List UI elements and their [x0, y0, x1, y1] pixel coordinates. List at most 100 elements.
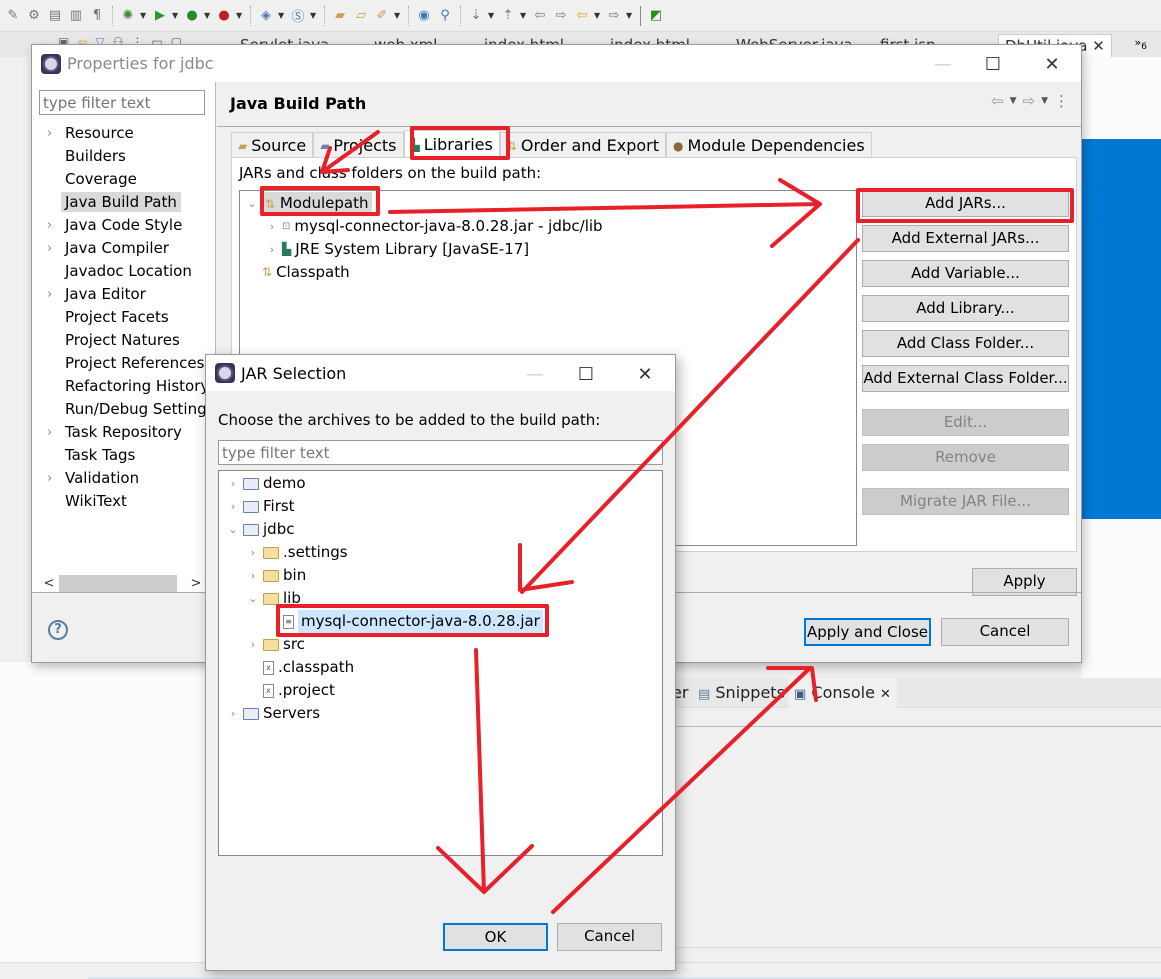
tree-item[interactable]: x .project [247, 679, 335, 702]
add-class-folder-button[interactable]: Add Class Folder... [862, 330, 1069, 357]
forward-edit-icon[interactable]: ⇨ [552, 7, 570, 25]
nav-item[interactable]: › Resource [32, 122, 216, 145]
maximize-button[interactable]: ☐ [575, 363, 597, 385]
copy-icon[interactable]: ▤ [46, 7, 64, 25]
tree-item[interactable]: ⌄ lib [247, 587, 300, 610]
tree-item-jre[interactable]: › ▙ JRE System Library [JavaSE-17] [266, 238, 529, 261]
nav-item[interactable]: › Java Code Style [32, 214, 216, 237]
globe-icon[interactable]: ◉ [415, 7, 433, 25]
run-icon[interactable]: ▶ [151, 7, 169, 25]
chevron-right-icon[interactable]: › [47, 122, 52, 145]
tab-console[interactable]: ▣ Console ✕ [788, 678, 897, 708]
nav-item[interactable]: Javadoc Location [32, 260, 216, 283]
nav-item[interactable]: › Task Repository [32, 421, 216, 444]
chevron-right-icon[interactable]: › [227, 472, 239, 495]
chevron-right-icon[interactable]: › [266, 215, 278, 238]
edit-button[interactable]: Edit... [862, 409, 1069, 436]
tab-snippets[interactable]: ▤ Snippets [698, 683, 785, 702]
chevron-down-icon[interactable]: ▼ [140, 11, 148, 20]
chevron-right-icon[interactable]: › [266, 238, 278, 261]
close-button[interactable]: ✕ [634, 363, 656, 385]
debug-icon[interactable]: ✺ [119, 7, 137, 25]
tree-item[interactable]: › src [247, 633, 305, 656]
forward-icon[interactable]: ⇨ [1023, 92, 1036, 110]
tab-order-export[interactable]: ⇅ Order and Export [499, 132, 667, 158]
new-class-icon[interactable]: Ⓢ [289, 7, 307, 25]
chevron-right-icon[interactable]: › [47, 421, 52, 444]
search-icon[interactable]: ⚲ [436, 7, 454, 25]
tab-overflow-button[interactable]: »6 [1134, 36, 1147, 52]
back-icon[interactable]: ⇦ [573, 7, 591, 25]
scroll-left-icon[interactable]: < [39, 576, 59, 591]
nav-item[interactable]: Project Natures [32, 329, 216, 352]
apply-and-close-button[interactable]: Apply and Close [804, 618, 931, 646]
pilcrow-icon[interactable]: ¶ [88, 7, 106, 25]
minimize-button[interactable]: — [524, 363, 546, 385]
nav-item[interactable]: Coverage [32, 168, 216, 191]
close-button[interactable]: ✕ [1041, 53, 1063, 75]
nav-item[interactable]: Builders [32, 145, 216, 168]
chevron-down-icon[interactable]: ▼ [278, 11, 286, 20]
tree-item-classpath[interactable]: ⇅ Classpath [262, 261, 350, 284]
add-jars-button[interactable]: Add JARs... [862, 190, 1069, 217]
help-icon[interactable]: ? [48, 620, 68, 640]
ok-button[interactable]: OK [443, 923, 548, 951]
tree-item[interactable]: › .settings [247, 541, 348, 564]
nav-item[interactable]: Run/Debug Settings [32, 398, 216, 421]
chevron-right-icon[interactable]: › [247, 633, 259, 656]
chevron-right-icon[interactable]: › [227, 702, 239, 725]
stop-server-icon[interactable]: ● [215, 7, 233, 25]
chevron-right-icon[interactable]: › [227, 495, 239, 518]
pencil-icon[interactable]: ✐ [373, 7, 391, 25]
chevron-down-icon[interactable]: ▼ [236, 11, 244, 20]
chevron-down-icon[interactable]: ▼ [310, 11, 318, 20]
cancel-button[interactable]: Cancel [941, 618, 1069, 646]
migrate-jar-button[interactable]: Migrate JAR File... [862, 488, 1069, 515]
chevron-down-icon[interactable]: ▼ [172, 11, 180, 20]
maximize-button[interactable]: ☐ [982, 53, 1004, 75]
chevron-right-icon[interactable]: › [47, 283, 52, 306]
nav-item[interactable]: › Validation [32, 467, 216, 490]
chevron-right-icon[interactable]: › [47, 214, 52, 237]
tree-item[interactable]: ≡ mysql-connector-java-8.0.28.jar [267, 610, 543, 633]
next-annotation-icon[interactable]: ⇣ [467, 7, 485, 25]
nav-item[interactable]: Project Facets [32, 306, 216, 329]
chevron-right-icon[interactable]: › [47, 237, 52, 260]
chevron-down-icon[interactable]: ▼ [520, 11, 528, 20]
minimize-button[interactable]: — [932, 53, 954, 75]
tree-item[interactable]: › Servers [227, 702, 320, 725]
tree-item[interactable]: › demo [227, 472, 306, 495]
cancel-button[interactable]: Cancel [557, 923, 662, 951]
tree-item[interactable]: x .classpath [247, 656, 354, 679]
scroll-right-icon[interactable]: > [186, 576, 206, 591]
chevron-down-icon[interactable]: ▼ [594, 11, 602, 20]
chevron-right-icon[interactable]: › [247, 541, 259, 564]
open-folder-icon[interactable]: ▱ [352, 7, 370, 25]
run-server-icon[interactable]: ● [183, 7, 201, 25]
chevron-down-icon[interactable]: ▼ [626, 11, 634, 20]
nav-item[interactable]: Refactoring History [32, 375, 216, 398]
chevron-right-icon[interactable]: › [247, 564, 259, 587]
tab-module-dependencies[interactable]: ● Module Dependencies [666, 132, 872, 158]
open-project-icon[interactable]: ▰ [331, 7, 349, 25]
nav-item[interactable]: Project References [32, 352, 216, 375]
nav-item[interactable]: › Java Compiler [32, 237, 216, 260]
chevron-down-icon[interactable]: ▼ [1010, 96, 1017, 106]
tab-source[interactable]: ▰ Source [231, 132, 314, 158]
jar-filter-input[interactable] [218, 440, 663, 465]
chevron-down-icon[interactable]: ▼ [394, 11, 402, 20]
edit-icon[interactable]: ✎ [4, 7, 22, 25]
nav-item[interactable]: › Java Editor [32, 283, 216, 306]
annotation-icon[interactable]: ⚙ [25, 7, 43, 25]
nav-filter-input[interactable] [39, 90, 205, 115]
nav-item[interactable]: Java Build Path [32, 191, 216, 214]
tree-item[interactable]: › bin [247, 564, 306, 587]
new-server-icon[interactable]: ◈ [257, 7, 275, 25]
menu-icon[interactable]: ⋮ [1054, 92, 1069, 110]
tree-item[interactable]: ⌄ jdbc [227, 518, 294, 541]
tab-projects[interactable]: ▰ Projects [313, 132, 404, 158]
block-icon[interactable]: ▥ [67, 7, 85, 25]
tree-item-mysql-jar[interactable]: › ⊡ mysql-connector-java-8.0.28.jar - jd… [266, 215, 603, 238]
remove-button[interactable]: Remove [862, 444, 1069, 471]
tab-libraries[interactable]: ▙ Libraries [403, 130, 500, 158]
